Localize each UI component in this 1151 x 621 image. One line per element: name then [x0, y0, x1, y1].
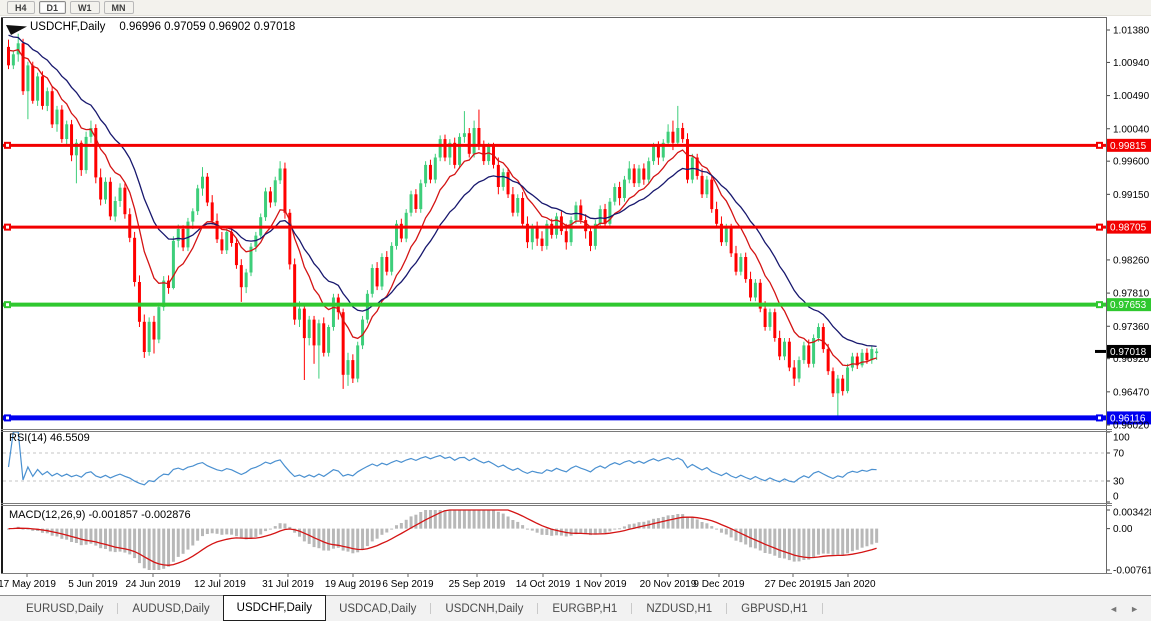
svg-text:6 Sep 2019: 6 Sep 2019 [382, 579, 434, 590]
svg-text:30: 30 [1113, 477, 1125, 488]
svg-text:9 Dec 2019: 9 Dec 2019 [693, 579, 745, 590]
svg-text:15 Jan 2020: 15 Jan 2020 [820, 579, 875, 590]
svg-text:0: 0 [1113, 492, 1119, 503]
tab-separator [537, 603, 538, 614]
tab-separator [117, 603, 118, 614]
chart-title: USDCHF,Daily 0.96996 0.97059 0.96902 0.97… [30, 21, 295, 33]
svg-text:0.96920: 0.96920 [1113, 354, 1150, 365]
horizontal-line-0.98705[interactable]: 0.98705 [3, 221, 1151, 234]
tab-eurusd-daily[interactable]: EURUSD,Daily [13, 596, 116, 621]
svg-text:0.96020: 0.96020 [1113, 421, 1150, 432]
price-chart-canvas: 0.998150.987050.976530.961160.970181.013… [0, 0, 1151, 621]
svg-text:12 Jul 2019: 12 Jul 2019 [194, 579, 246, 590]
timeframe-mn-button[interactable]: MN [104, 1, 134, 14]
timeframe-w1-button[interactable]: W1 [70, 1, 100, 14]
chart-symbol-label: USDCHF,Daily [30, 21, 105, 33]
tab-eurgbp-h1[interactable]: EURGBP,H1 [539, 596, 630, 621]
horizontal-line-0.97653[interactable]: 0.97653 [3, 298, 1151, 311]
timeframe-d1-button[interactable]: D1 [39, 1, 67, 14]
svg-text:1.00490: 1.00490 [1113, 91, 1150, 102]
svg-text:0.98260: 0.98260 [1113, 255, 1150, 266]
tab-nzdusd-h1[interactable]: NZDUSD,H1 [633, 596, 725, 621]
svg-text:0.97653: 0.97653 [1110, 300, 1147, 311]
rsi-line [9, 432, 877, 485]
rsi-panel: 100 70 30 0 [3, 432, 1130, 503]
svg-text:1.00040: 1.00040 [1113, 124, 1150, 135]
tab-separator [631, 603, 632, 614]
horizontal-line-0.96116[interactable]: 0.96116 [3, 411, 1151, 424]
svg-text:0.96470: 0.96470 [1113, 387, 1150, 398]
tabs-scroll-left-icon[interactable]: ◄ [1109, 604, 1118, 614]
tab-separator [430, 603, 431, 614]
svg-text:0.97360: 0.97360 [1113, 322, 1150, 333]
svg-text:24 Jun 2019: 24 Jun 2019 [125, 579, 180, 590]
tab-separator [822, 603, 823, 614]
panel-borders [1, 17, 1112, 574]
svg-text:-0.007615: -0.007615 [1113, 566, 1151, 577]
chart-ohlc-values: 0.96996 0.97059 0.96902 0.97018 [119, 21, 295, 33]
svg-text:0.97810: 0.97810 [1113, 289, 1150, 300]
svg-text:1.00940: 1.00940 [1113, 58, 1150, 69]
svg-text:25 Sep 2019: 25 Sep 2019 [449, 579, 506, 590]
rsi-indicator-label: RSI(14) 46.5509 [9, 432, 90, 444]
svg-text:0.003428: 0.003428 [1113, 508, 1151, 519]
svg-text:0.99600: 0.99600 [1113, 157, 1150, 168]
svg-text:31 Jul 2019: 31 Jul 2019 [262, 579, 314, 590]
timeframe-toolbar: H4 D1 W1 MN [0, 0, 1151, 16]
svg-text:100: 100 [1113, 433, 1130, 444]
svg-text:19 Aug 2019: 19 Aug 2019 [325, 579, 382, 590]
svg-text:27 Dec 2019: 27 Dec 2019 [765, 579, 822, 590]
chart-tabs-bar: EURUSD,Daily AUDUSD,Daily USDCHF,Daily U… [0, 595, 1151, 621]
svg-text:70: 70 [1113, 449, 1125, 460]
svg-text:1 Nov 2019: 1 Nov 2019 [575, 579, 627, 590]
tab-usdcnh-daily[interactable]: USDCNH,Daily [432, 596, 536, 621]
svg-text:0.00: 0.00 [1113, 524, 1133, 535]
svg-text:1.01380: 1.01380 [1113, 26, 1150, 37]
time-axis: 17 May 2019 5 Jun 2019 24 Jun 2019 12 Jul 2… [0, 574, 876, 591]
chart-shift-marker-icon[interactable] [6, 25, 27, 35]
tab-audusd-daily[interactable]: AUDUSD,Daily [119, 596, 222, 621]
svg-text:20 Nov 2019: 20 Nov 2019 [640, 579, 697, 590]
candlesticks [7, 34, 878, 417]
svg-text:0.99815: 0.99815 [1110, 141, 1147, 152]
tab-gbpusd-h1[interactable]: GBPUSD,H1 [728, 596, 820, 621]
tab-separator [726, 603, 727, 614]
mt4-terminal-window: 0.998150.987050.976530.961160.970181.013… [0, 0, 1151, 621]
tabs-scroll-right-icon[interactable]: ► [1130, 604, 1139, 614]
tab-usdcad-daily[interactable]: USDCAD,Daily [326, 596, 429, 621]
macd-indicator-label: MACD(12,26,9) -0.001857 -0.002876 [9, 509, 191, 521]
svg-text:17 May 2019: 17 May 2019 [0, 579, 56, 590]
svg-text:0.99150: 0.99150 [1113, 190, 1150, 201]
tab-usdchf-daily[interactable]: USDCHF,Daily [223, 595, 326, 621]
svg-text:0.98705: 0.98705 [1110, 223, 1147, 234]
svg-text:5 Jun 2019: 5 Jun 2019 [68, 579, 118, 590]
svg-text:14 Oct 2019: 14 Oct 2019 [516, 579, 571, 590]
tab-scroll-controls: ◄ ► [1109, 596, 1151, 621]
timeframe-h4-button[interactable]: H4 [7, 1, 35, 14]
horizontal-line-0.99815[interactable]: 0.99815 [3, 139, 1151, 152]
